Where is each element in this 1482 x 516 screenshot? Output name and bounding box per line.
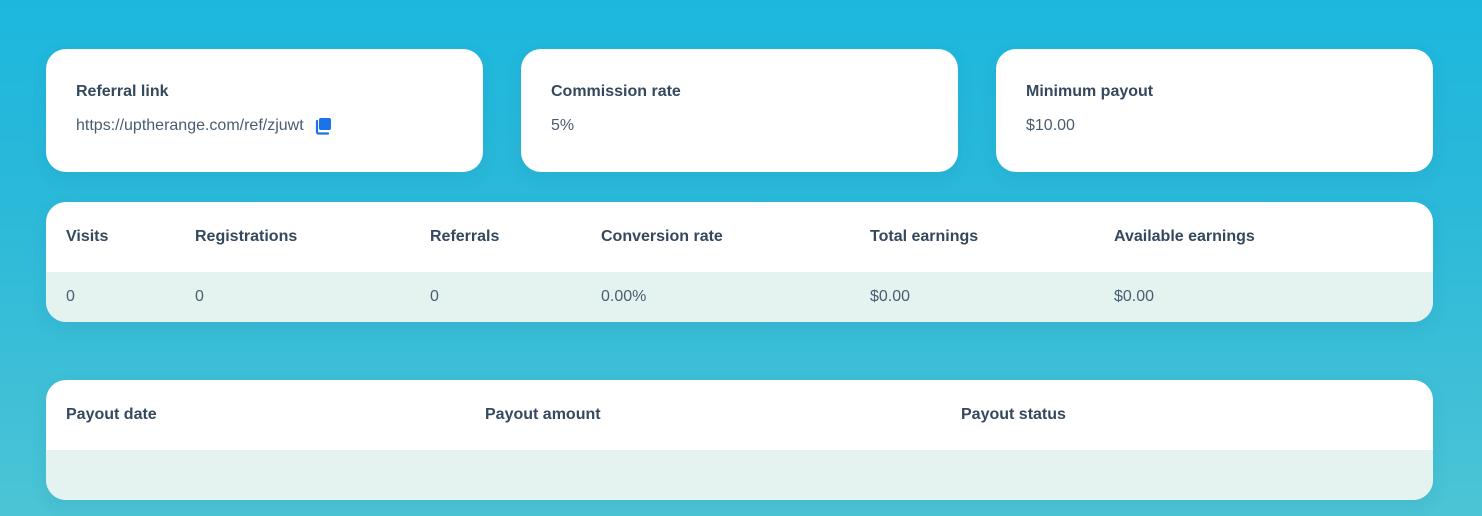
column-header-visits: Visits bbox=[66, 228, 109, 245]
empty-cell bbox=[46, 450, 465, 500]
column-header-total-earnings: Total earnings bbox=[870, 228, 979, 245]
stats-header-row: Visits Registrations Referrals Conversio… bbox=[46, 202, 1433, 272]
referral-link-row: https://uptherange.com/ref/zjuwt bbox=[76, 117, 453, 135]
empty-cell bbox=[941, 450, 1433, 500]
column-header-registrations: Registrations bbox=[195, 228, 298, 245]
available-earnings-value: $0.00 bbox=[1094, 272, 1433, 322]
stats-table: Visits Registrations Referrals Conversio… bbox=[46, 202, 1433, 322]
empty-payouts-row bbox=[46, 450, 1433, 500]
commission-rate-card: Commission rate 5% bbox=[521, 49, 958, 172]
payouts-table-card: Payout date Payout amount Payout status bbox=[46, 380, 1433, 500]
registrations-value: 0 bbox=[175, 272, 410, 322]
column-header-available-earnings: Available earnings bbox=[1114, 228, 1255, 245]
copy-icon[interactable] bbox=[314, 117, 332, 135]
commission-rate-value: 5% bbox=[551, 117, 575, 134]
stats-table-card: Visits Registrations Referrals Conversio… bbox=[46, 202, 1433, 322]
minimum-payout-value: $10.00 bbox=[1026, 117, 1075, 134]
empty-cell bbox=[465, 450, 941, 500]
referral-link-card: Referral link https://uptherange.com/ref… bbox=[46, 49, 483, 172]
commission-rate-title: Commission rate bbox=[551, 83, 681, 100]
payouts-table: Payout date Payout amount Payout status bbox=[46, 380, 1433, 500]
column-header-payout-amount: Payout amount bbox=[485, 406, 601, 423]
column-header-referrals: Referrals bbox=[430, 228, 500, 245]
column-header-payout-status: Payout status bbox=[961, 406, 1066, 423]
referral-link-title: Referral link bbox=[76, 83, 169, 100]
column-header-conversion-rate: Conversion rate bbox=[601, 228, 723, 245]
table-row: 0 0 0 0.00% $0.00 $0.00 bbox=[46, 272, 1433, 322]
column-header-payout-date: Payout date bbox=[66, 406, 157, 423]
conversion-rate-value: 0.00% bbox=[581, 272, 850, 322]
referrals-value: 0 bbox=[410, 272, 581, 322]
total-earnings-value: $0.00 bbox=[850, 272, 1094, 322]
payouts-header-row: Payout date Payout amount Payout status bbox=[46, 380, 1433, 450]
visits-value: 0 bbox=[46, 272, 175, 322]
referral-link-value[interactable]: https://uptherange.com/ref/zjuwt bbox=[76, 117, 304, 135]
minimum-payout-title: Minimum payout bbox=[1026, 83, 1154, 100]
minimum-payout-card: Minimum payout $10.00 bbox=[996, 49, 1433, 172]
